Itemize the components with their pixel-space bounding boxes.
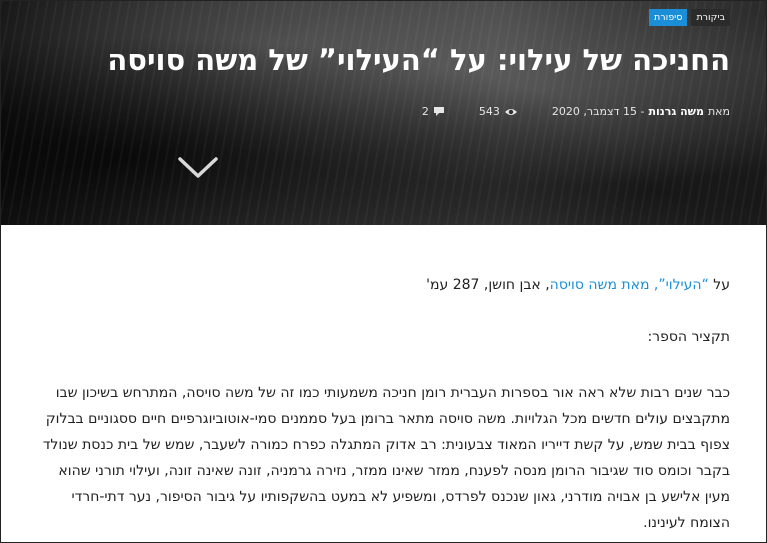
summary-heading: תקציר הספר: [647, 329, 730, 345]
article-body: על “העילוי”, מאת משה סויסה, אבן חושן, 28… [1, 225, 766, 542]
intro-paragraph: על “העילוי”, מאת משה סויסה, אבן חושן, 28… [426, 277, 730, 293]
article-title: החניכה של עילוי: על “העילוי” של משה סויס… [107, 43, 730, 77]
comments-value: 2 [421, 105, 429, 118]
page-frame: ביקורת סיפורת החניכה של עילוי: על “העילו… [0, 0, 767, 543]
intro-prefix: על [708, 277, 730, 293]
chevron-down-icon[interactable] [177, 151, 219, 183]
tag-fiction[interactable]: סיפורת [649, 9, 688, 26]
article-meta: מאת משה גרנות - 15 דצמבר, 2020 543 2 [422, 105, 730, 118]
comments-count[interactable]: 2 [422, 105, 445, 118]
book-link[interactable]: “העילוי”, מאת משה סויסה [550, 277, 709, 293]
comment-icon [433, 107, 444, 116]
hero-header: ביקורת סיפורת החניכה של עילוי: על “העילו… [1, 1, 766, 225]
summary-paragraph: כבר שנים רבות שלא ראה אור בספרות העברית … [42, 385, 730, 531]
publish-date: - 15 דצמבר, 2020 [551, 105, 645, 118]
tag-review[interactable]: ביקורת [691, 9, 730, 26]
category-tags: ביקורת סיפורת [649, 9, 730, 26]
intro-suffix: , אבן חושן, 287 עמ' [426, 277, 550, 293]
views-count: 543 [479, 105, 518, 118]
eye-icon [504, 108, 517, 115]
views-value: 543 [478, 105, 500, 118]
author-link[interactable]: משה גרנות [648, 105, 704, 118]
meta-by-label: מאת [707, 105, 730, 118]
